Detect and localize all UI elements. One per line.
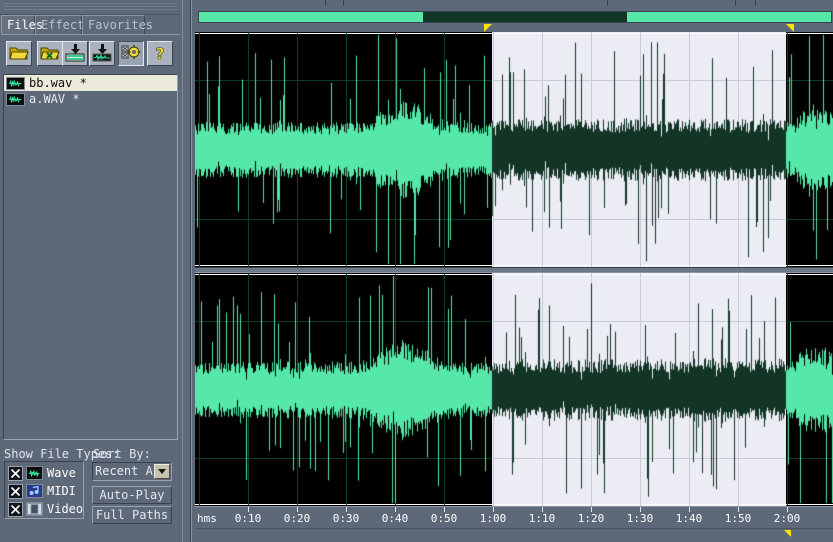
svg-text:?: ?	[155, 44, 164, 62]
ruler-tick-label: 0:10	[234, 512, 262, 525]
audio-editor-window: Files Effects Favorites ? bb.wav * a.WAV…	[0, 0, 833, 542]
open-folder-icon	[7, 44, 31, 62]
waveform-display[interactable]	[195, 32, 833, 506]
folder-close-icon	[38, 44, 62, 62]
list-item[interactable]: bb.wav *	[4, 75, 177, 91]
waveform-canvas[interactable]	[195, 32, 833, 267]
question-icon: ?	[148, 44, 172, 62]
auto-play-button[interactable]: Auto-Play	[92, 486, 172, 504]
editor-bottom-strip	[195, 528, 833, 542]
playhead-marker-icon[interactable]	[784, 530, 791, 537]
ruler-tick-label: 0:30	[332, 512, 360, 525]
file-type-video-row[interactable]: Video	[8, 501, 83, 517]
help-button[interactable]: ?	[147, 41, 173, 66]
wave-icon	[6, 76, 25, 90]
sort-by-value: Recent Ac	[95, 464, 161, 478]
ruler-tick-label: 0:40	[381, 512, 409, 525]
checkbox-checked-icon[interactable]	[8, 483, 23, 499]
file-type-midi-row[interactable]: MIDI	[8, 483, 76, 499]
channel-left[interactable]	[195, 32, 833, 267]
wave-icon	[6, 92, 25, 106]
file-name: a.WAV *	[29, 92, 80, 106]
chevron-down-icon[interactable]	[154, 464, 170, 479]
selection-marker-bar	[195, 24, 833, 32]
checkbox-checked-icon[interactable]	[8, 501, 23, 517]
insert-wave-button[interactable]	[89, 41, 115, 66]
insert-down-icon	[63, 44, 87, 62]
full-paths-button[interactable]: Full Paths	[92, 506, 172, 524]
options-button[interactable]	[118, 41, 144, 66]
file-type-label: MIDI	[47, 484, 76, 498]
close-folder-button[interactable]	[37, 41, 63, 66]
ruler-tick-label: 1:40	[675, 512, 703, 525]
file-type-label: Video	[47, 502, 84, 516]
panel-splitter[interactable]	[181, 0, 195, 542]
gear-list-icon	[119, 44, 143, 62]
selection-start-marker-icon[interactable]	[484, 24, 492, 32]
selection-end-marker-icon[interactable]	[786, 24, 794, 32]
ruler-tick-label: 1:20	[577, 512, 605, 525]
checkbox-checked-icon[interactable]	[8, 465, 23, 481]
list-item[interactable]: a.WAV *	[4, 91, 177, 107]
ruler-tick-label: 0:50	[430, 512, 458, 525]
insert-file-button[interactable]	[62, 41, 88, 66]
ruler-tick-label: 1:00	[479, 512, 507, 525]
ruler-tick-label: 1:10	[528, 512, 556, 525]
file-type-wave-row[interactable]: Wave	[8, 465, 76, 481]
ruler-tick-label: 0:20	[283, 512, 311, 525]
insert-wave-down-icon	[90, 44, 114, 62]
time-ruler[interactable]: hms 0:10 0:20 0:30 0:40 0:50 1:00 1:10 1:20 1:30…	[195, 506, 833, 528]
overview-selection	[423, 12, 628, 22]
sort-by-label: Sort By:	[93, 447, 151, 461]
files-sidebar: Files Effects Favorites ? bb.wav * a.WAV…	[0, 0, 181, 542]
channel-right[interactable]	[195, 273, 833, 506]
file-type-label: Wave	[47, 466, 76, 480]
sidebar-title-strip	[0, 0, 181, 15]
open-folder-button[interactable]	[6, 41, 32, 66]
ruler-unit-label: hms	[197, 512, 217, 525]
wave-editor: hms 0:10 0:20 0:30 0:40 0:50 1:00 1:10 1:20 1:30…	[195, 0, 833, 542]
file-types-group: Wave MIDI Video	[4, 461, 84, 519]
tab-files[interactable]: Files	[1, 15, 43, 34]
editor-top-strip	[195, 0, 833, 10]
midi-note-icon	[26, 484, 43, 498]
sidebar-tabs: Files Effects Favorites	[0, 15, 181, 35]
tab-favorites[interactable]: Favorites	[82, 15, 153, 34]
video-frame-icon	[26, 502, 43, 516]
file-name: bb.wav *	[29, 76, 87, 90]
file-list[interactable]: bb.wav * a.WAV *	[3, 74, 178, 440]
ruler-tick-label: 1:30	[626, 512, 654, 525]
wave-icon	[26, 466, 43, 480]
sort-by-select[interactable]: Recent Ac	[92, 462, 172, 481]
waveform-canvas[interactable]	[195, 273, 833, 506]
files-toolbar: ?	[1, 34, 180, 68]
ruler-tick-label: 2:00	[773, 512, 801, 525]
ruler-tick-label: 1:50	[724, 512, 752, 525]
overview-bar[interactable]	[198, 11, 832, 23]
